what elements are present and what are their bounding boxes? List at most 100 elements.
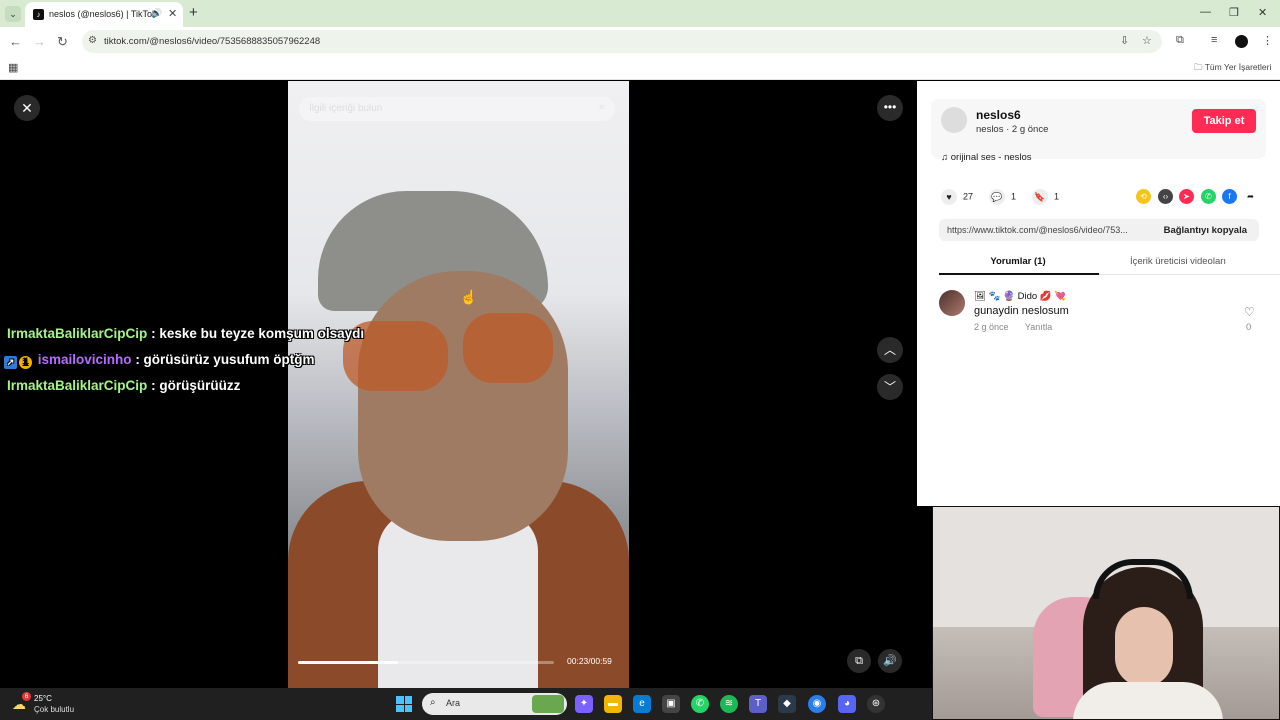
webcam-person-body bbox=[1073, 682, 1223, 719]
discord-icon[interactable]: ◕ bbox=[838, 695, 856, 713]
share-link-url[interactable]: https://www.tiktok.com/@neslos6/video/75… bbox=[947, 225, 1147, 235]
volume-button[interactable]: 🔊 bbox=[878, 649, 902, 673]
like-button[interactable]: ♥ 27 bbox=[941, 189, 973, 205]
tab-close-icon[interactable]: ✕ bbox=[168, 7, 177, 20]
tiktok-favicon-icon: ♪ bbox=[33, 9, 44, 20]
back-icon[interactable]: ← bbox=[9, 34, 22, 49]
music-title: orijinal ses - neslos bbox=[950, 152, 1032, 163]
chat-username: IrmaktaBaliklarCipCip bbox=[7, 378, 148, 393]
site-info-icon[interactable]: ⚙ bbox=[88, 35, 97, 46]
music-info[interactable]: ♫ orijinal ses - neslos bbox=[941, 152, 1032, 163]
facebook-icon[interactable]: f bbox=[1222, 189, 1237, 204]
send-to-friends-icon[interactable]: ➤ bbox=[1179, 189, 1194, 204]
video-person-face bbox=[358, 271, 568, 541]
apps-grid-icon[interactable]: ▦ bbox=[8, 61, 18, 74]
author-name[interactable]: neslos6 bbox=[976, 108, 1021, 122]
all-bookmarks-folder[interactable]: 🗀 Tüm Yer İşaretleri bbox=[1194, 62, 1271, 76]
video-progress-fill bbox=[298, 661, 398, 664]
related-search-placeholder: İlgili içeriği bulun bbox=[309, 103, 383, 114]
share-arrow-icon[interactable]: ➦ bbox=[1243, 189, 1258, 204]
music-note-icon: ♫ bbox=[941, 152, 949, 163]
more-options-button[interactable]: ••• bbox=[877, 95, 903, 121]
embed-icon[interactable]: ‹› bbox=[1158, 189, 1173, 204]
window-close-icon[interactable]: ✕ bbox=[1258, 6, 1267, 19]
media-controls-icon[interactable]: ≡ bbox=[1211, 34, 1217, 46]
weather-temperature[interactable]: 25°C bbox=[34, 694, 52, 703]
comment-heart-icon[interactable]: ♡ bbox=[1244, 305, 1255, 319]
floating-player-button[interactable]: ⧉ bbox=[847, 649, 871, 673]
url-text[interactable]: tiktok.com/@neslos6/video/75356888350579… bbox=[104, 36, 320, 47]
follow-button[interactable]: Takip et bbox=[1192, 109, 1256, 133]
browser-toolbar: ← → ↻ ⚙ tiktok.com/@neslos6/video/753568… bbox=[0, 27, 1280, 56]
edge-icon[interactable]: e bbox=[633, 695, 651, 713]
tab-audio-icon[interactable]: 🔊 bbox=[151, 8, 162, 19]
comment-time: 2 g önce bbox=[974, 322, 1009, 332]
repost-icon[interactable]: ⟲ bbox=[1136, 189, 1151, 204]
video-progress-bar[interactable] bbox=[298, 661, 554, 664]
author-card: neslos6 neslos · 2 g önce Takip et bbox=[931, 99, 1266, 159]
comment-like-count: 0 bbox=[1246, 322, 1252, 333]
chat-message: ↗ 1 ismailovicinho : görüsürüz yusufum öp… bbox=[4, 352, 315, 369]
heart-icon: ♥ bbox=[941, 189, 957, 205]
forward-icon[interactable]: → bbox=[33, 34, 46, 49]
weather-description[interactable]: Çok bulutlu bbox=[34, 705, 74, 714]
tab-creator-videos[interactable]: İçerik üreticisi videoları bbox=[1099, 256, 1257, 267]
app-icon[interactable]: ◆ bbox=[778, 695, 796, 713]
save-button[interactable]: 🔖 1 bbox=[1032, 189, 1059, 205]
close-video-button[interactable]: ✕ bbox=[14, 95, 40, 121]
taskbar-search[interactable]: ⌕ Ara bbox=[422, 693, 567, 715]
bookmark-star-icon[interactable]: ☆ bbox=[1142, 34, 1152, 47]
author-avatar[interactable] bbox=[941, 107, 967, 133]
whatsapp-icon[interactable]: ✆ bbox=[1201, 189, 1216, 204]
teams-icon[interactable]: T bbox=[749, 695, 767, 713]
next-video-button[interactable]: ﹀ bbox=[877, 374, 903, 400]
browser-tab[interactable]: ♪ neslos (@neslos6) | TikTok 🔊 ✕ bbox=[25, 2, 183, 27]
search-icon[interactable]: ⌕ bbox=[599, 101, 605, 114]
copy-link-button[interactable]: Bağlantıyı kopyala bbox=[1164, 225, 1247, 236]
windows-taskbar: ☁ 6 25°C Çok bulutlu ⌕ Ara ✦ ▬ e ▣ ✆ ≋ T… bbox=[0, 688, 932, 720]
search-highlight-icon bbox=[532, 695, 564, 713]
related-content-search[interactable]: İlgili içeriği bulun ⌕ bbox=[299, 97, 615, 121]
windows-start-icon[interactable] bbox=[396, 696, 412, 712]
restore-icon[interactable]: ❐ bbox=[1229, 6, 1239, 19]
minimize-icon[interactable]: — bbox=[1200, 6, 1211, 18]
profile-avatar[interactable] bbox=[1235, 35, 1248, 48]
chat-username: ismailovicinho bbox=[37, 352, 132, 367]
copilot-icon[interactable]: ✦ bbox=[575, 695, 593, 713]
comment-button[interactable]: 💬 1 bbox=[989, 189, 1016, 205]
comment-icon: 💬 bbox=[989, 189, 1005, 205]
spotify-icon[interactable]: ≋ bbox=[720, 695, 738, 713]
install-app-icon[interactable]: ⇩ bbox=[1120, 34, 1129, 47]
comment-count: 1 bbox=[1011, 191, 1017, 202]
chat-username: IrmaktaBaliklarCipCip bbox=[7, 326, 148, 341]
menu-kebab-icon[interactable]: ⋮ bbox=[1262, 34, 1273, 47]
chrome-icon[interactable]: ◉ bbox=[808, 695, 826, 713]
comment-text: gunaydin neslosum bbox=[974, 305, 1069, 317]
address-bar[interactable]: ⚙ tiktok.com/@neslos6/video/753568883505… bbox=[82, 30, 1162, 53]
panel-tabs: Yorumlar (1) İçerik üreticisi videoları bbox=[939, 253, 1280, 275]
reload-icon[interactable]: ↻ bbox=[57, 34, 68, 50]
comment-username[interactable]: 🖼 🐾 🔮 Dido 💋 💘 bbox=[974, 291, 1066, 302]
obs-icon[interactable]: ⊛ bbox=[867, 695, 885, 713]
new-tab-button[interactable]: + bbox=[189, 4, 198, 21]
like-count: 27 bbox=[963, 191, 974, 202]
tab-comments[interactable]: Yorumlar (1) bbox=[939, 256, 1097, 267]
comment-meta: 2 g önce Yanıtla bbox=[974, 322, 1066, 332]
commenter-avatar[interactable] bbox=[939, 290, 965, 316]
store-icon[interactable]: ▣ bbox=[662, 695, 680, 713]
extensions-icon[interactable]: ⧉ bbox=[1176, 34, 1184, 47]
whatsapp-icon[interactable]: ✆ bbox=[691, 695, 709, 713]
commenter-emoji-icons: 🖼 🐾 🔮 bbox=[974, 291, 1015, 302]
commenter-emoji-icons: 💋 💘 bbox=[1039, 291, 1067, 302]
file-explorer-icon[interactable]: ▬ bbox=[604, 695, 622, 713]
video-player[interactable]: İlgili içeriği bulun ⌕ ☝ 00:23/00:59 bbox=[288, 81, 629, 688]
tab-search-chevron-icon[interactable]: ⌄ bbox=[5, 6, 21, 22]
taskbar-search-label: Ara bbox=[446, 698, 461, 708]
author-subtitle: neslos · 2 g önce bbox=[976, 124, 1049, 135]
share-link-box: https://www.tiktok.com/@neslos6/video/75… bbox=[939, 219, 1259, 241]
webcam-person-face bbox=[1115, 607, 1173, 687]
chat-message: IrmaktaBaliklarCipCip : keske bu teyze k… bbox=[7, 326, 364, 341]
tab-title: neslos (@neslos6) | TikTok bbox=[49, 9, 157, 19]
reply-button[interactable]: Yanıtla bbox=[1025, 322, 1052, 332]
previous-video-button[interactable]: ︿ bbox=[877, 337, 903, 363]
